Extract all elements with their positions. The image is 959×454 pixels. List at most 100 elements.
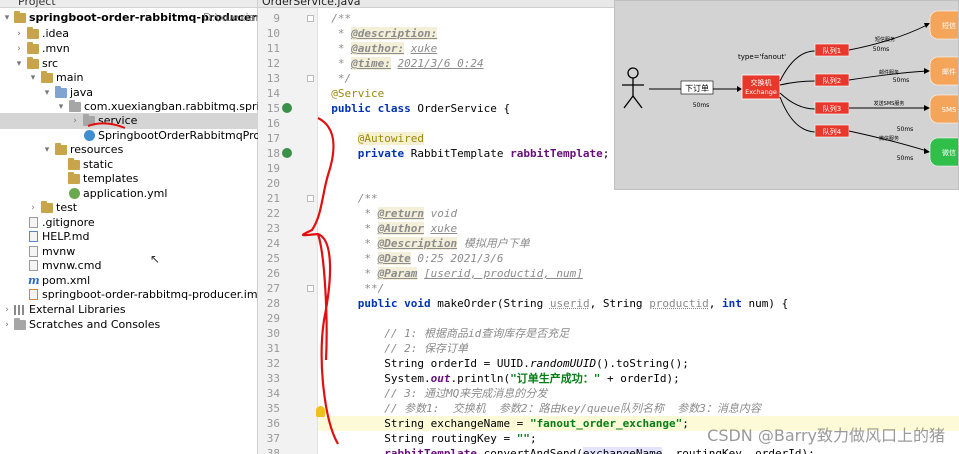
editor-tab-orderservice[interactable]: OrderService.java (262, 0, 360, 7)
code-token: @Autowired (357, 132, 424, 145)
code-whitespace: * (331, 267, 378, 280)
fold-toggle-icon[interactable] (307, 285, 314, 292)
code-token: /** (357, 192, 378, 205)
tree-item-idea[interactable]: › .idea (0, 26, 258, 42)
consumer-4-label: 微信 (942, 148, 956, 157)
chevron-right-icon[interactable]: › (28, 200, 38, 216)
spring-bean-icon[interactable] (282, 103, 292, 113)
tree-item-templates[interactable]: templates (0, 171, 258, 187)
tree-item-test[interactable]: › test (0, 200, 258, 216)
chevron-down-icon[interactable]: ▾ (28, 70, 38, 86)
chevron-right-icon[interactable]: › (14, 41, 24, 57)
tree-item-label: springboot-order-rabbitmq-producer.iml (42, 288, 261, 301)
code-line[interactable]: **/ (318, 281, 959, 296)
fold-toggle-icon[interactable] (307, 195, 314, 202)
chevron-down-icon[interactable]: ▾ (2, 10, 12, 26)
code-line[interactable]: // 参数1: 交换机 参数2：路由key/queue队列名称 参数3：消息内容 (318, 401, 959, 416)
tree-item-label: Scratches and Consoles (29, 318, 161, 331)
fold-toggle-icon[interactable] (307, 75, 314, 82)
code-line[interactable] (318, 311, 959, 326)
tree-item-iml[interactable]: springboot-order-rabbitmq-producer.iml (0, 287, 261, 303)
time-label: 50ms (897, 126, 914, 133)
code-line[interactable]: /** (318, 191, 959, 206)
code-token: // 参数1: 交换机 参数2：路由key/queue队列名称 参数3：消息内容 (384, 402, 761, 415)
code-line[interactable]: * @Description 模拟用户下单 (318, 236, 959, 251)
project-panel-title: Project (18, 0, 56, 8)
chevron-down-icon[interactable]: ▾ (42, 142, 52, 158)
code-token: OrderService { (417, 102, 511, 115)
autowired-bean-icon[interactable] (282, 148, 292, 158)
tree-item-service[interactable]: › service (0, 113, 258, 129)
line-number: 15 (266, 102, 280, 115)
code-line[interactable]: String orderId = UUID.randomUUID().toStr… (318, 356, 959, 371)
code-line[interactable]: * @Param [userid, productid, num] (318, 266, 959, 281)
time-label: 50ms (873, 46, 890, 53)
tree-item-mvn[interactable]: › .mvn (0, 41, 258, 57)
code-line[interactable]: rabbitTemplate.convertAndSend(exchangeNa… (318, 446, 959, 454)
tree-item-main[interactable]: ▾ main (0, 70, 258, 86)
code-whitespace: * (331, 57, 352, 70)
code-token: @Author (377, 222, 424, 235)
chevron-right-icon[interactable]: › (70, 113, 80, 129)
folder-icon (14, 11, 26, 23)
tree-item-project-root[interactable]: ▾ springboot-order-rabbitmq-producer D:\… (0, 10, 276, 26)
code-token: // 2: 保存订单 (384, 342, 468, 355)
line-number: 18 (266, 147, 280, 160)
fanout-diagram: 下订单 50ms type='fanout' 交换机 Exchange 队列1 … (614, 0, 959, 190)
queue-4-label: 队列4 (823, 127, 842, 136)
exchange-label-en: Exchange (745, 88, 777, 96)
lightbulb-icon[interactable] (316, 406, 325, 417)
code-token: ; (529, 432, 537, 445)
folder-icon (68, 172, 80, 184)
code-token: @Param (377, 267, 418, 280)
code-line[interactable]: // 3: 通过MQ来完成消息的分发 (318, 386, 959, 401)
fold-toggle-icon[interactable] (307, 15, 314, 22)
line-number: 34 (266, 387, 280, 400)
queue-1-label: 队列1 (823, 46, 841, 55)
order-arrow-head (737, 86, 742, 92)
code-token: randomUUID (529, 357, 597, 370)
line-number: 31 (266, 342, 280, 355)
chevron-right-icon[interactable]: › (2, 317, 12, 333)
code-token: private (357, 147, 405, 160)
code-token: // 3: 通过MQ来完成消息的分发 (384, 387, 548, 400)
code-line[interactable]: // 1: 根据商品id查询库存是否充足 (318, 326, 959, 341)
watermark: CSDN @Barry致力做风口上的猪 (707, 426, 945, 445)
line-number: 25 (266, 252, 280, 265)
code-token: "订单生产成功：" (510, 372, 601, 385)
code-line[interactable]: System.out.println("订单生产成功：" + orderId); (318, 371, 959, 386)
code-line[interactable]: public void makeOrder(String userid, Str… (318, 296, 959, 311)
chevron-right-icon[interactable]: › (14, 26, 24, 42)
maven-icon: m (28, 274, 40, 287)
code-token: rabbitTemplate (510, 147, 603, 160)
chevron-right-icon[interactable]: › (2, 302, 12, 318)
code-token: */ (337, 72, 352, 85)
exchange-type-label: type='fanout' (738, 53, 786, 61)
code-line[interactable]: * @return void (318, 206, 959, 221)
tree-item-resources[interactable]: ▾ resources (0, 142, 258, 158)
code-line[interactable]: // 2: 保存订单 (318, 341, 959, 356)
markdown-file-icon (29, 231, 38, 242)
tree-item-scratches[interactable]: › Scratches and Consoles (0, 317, 258, 333)
code-token: void (430, 207, 458, 220)
tree-item-external-libraries[interactable]: › External Libraries (0, 302, 258, 318)
package-icon (83, 114, 95, 126)
consumer-arrow-heads (924, 23, 930, 154)
code-line[interactable]: * @Date 0:25 2021/3/6 (318, 251, 959, 266)
queue-2-label: 队列2 (823, 76, 841, 85)
tree-item-mvnw-cmd[interactable]: mvnw.cmd (0, 258, 258, 274)
service-label-3: 发送SMS服务 (874, 100, 905, 107)
code-token: String exchangeName = (384, 417, 530, 430)
code-line[interactable]: * @Author xuke (318, 221, 959, 236)
code-token: @return (377, 207, 424, 220)
folder-icon (27, 42, 39, 54)
line-number: 9 (273, 12, 280, 25)
tree-item-help-md[interactable]: HELP.md (0, 229, 258, 245)
